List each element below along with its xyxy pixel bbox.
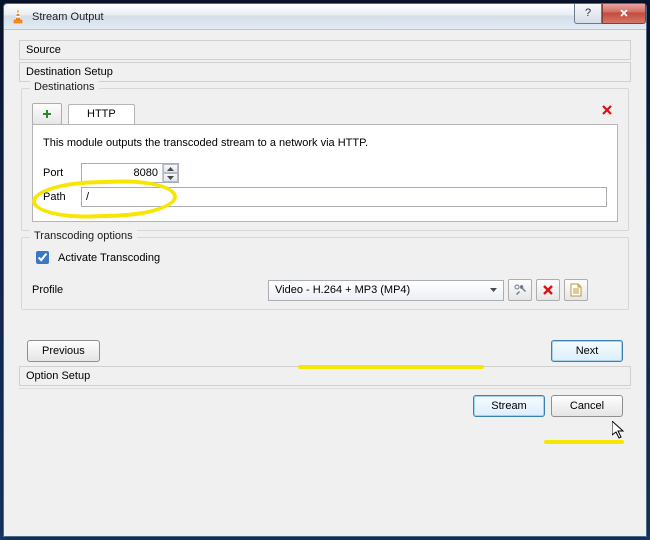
annotation-next-underline xyxy=(544,440,624,444)
module-description: This module outputs the transcoded strea… xyxy=(43,137,607,149)
port-step-up[interactable] xyxy=(163,164,178,173)
profile-combobox[interactable]: Video - H.264 + MP3 (MP4) xyxy=(268,280,504,301)
svg-text:?: ? xyxy=(585,8,591,18)
remove-destination-button[interactable] xyxy=(598,101,616,119)
tools-icon xyxy=(513,283,527,297)
port-step-down[interactable] xyxy=(163,173,178,182)
section-option-setup[interactable]: Option Setup xyxy=(19,366,631,386)
edit-profile-button[interactable] xyxy=(508,279,532,301)
dialog-window: Stream Output ? Source Destination Setup… xyxy=(3,3,647,537)
port-input[interactable] xyxy=(82,164,162,182)
previous-button[interactable]: Previous xyxy=(27,340,100,362)
destinations-group: Destinations HTTP This module outputs th… xyxy=(21,88,629,231)
next-button[interactable]: Next xyxy=(551,340,623,362)
transcoding-group: Transcoding options Activate Transcoding… xyxy=(21,237,629,310)
delete-x-icon xyxy=(542,284,554,296)
profile-label: Profile xyxy=(32,284,264,296)
title-bar[interactable]: Stream Output ? xyxy=(4,4,646,30)
destination-tabs: HTTP xyxy=(32,99,618,125)
window-title: Stream Output xyxy=(32,11,574,23)
destinations-group-title: Destinations xyxy=(30,81,99,93)
help-button[interactable]: ? xyxy=(574,4,602,24)
http-panel: This module outputs the transcoded strea… xyxy=(32,124,618,222)
port-spinbox[interactable] xyxy=(81,163,179,183)
path-label: Path xyxy=(43,191,81,203)
add-destination-button[interactable] xyxy=(32,103,62,125)
client-area: Source Destination Setup Destinations HT… xyxy=(11,34,639,529)
plus-icon xyxy=(41,108,53,120)
tab-http[interactable]: HTTP xyxy=(68,104,135,126)
new-profile-button[interactable] xyxy=(564,279,588,301)
section-source[interactable]: Source xyxy=(19,40,631,60)
stream-button[interactable]: Stream xyxy=(473,395,545,417)
path-input[interactable] xyxy=(81,187,607,207)
new-file-icon xyxy=(570,283,582,297)
annotation-profile-underline xyxy=(298,365,484,369)
profile-value: Video - H.264 + MP3 (MP4) xyxy=(275,284,410,296)
transcoding-group-title: Transcoding options xyxy=(30,230,137,242)
activate-transcoding-label: Activate Transcoding xyxy=(58,252,160,264)
delete-profile-button[interactable] xyxy=(536,279,560,301)
cancel-button[interactable]: Cancel xyxy=(551,395,623,417)
close-button[interactable] xyxy=(602,4,646,24)
chevron-down-icon xyxy=(486,288,501,292)
close-x-icon xyxy=(600,103,614,117)
section-destination-setup[interactable]: Destination Setup xyxy=(19,62,631,82)
port-label: Port xyxy=(43,167,81,179)
activate-transcoding-input[interactable] xyxy=(36,251,49,264)
window-controls: ? xyxy=(574,4,646,24)
vlc-icon xyxy=(10,9,26,25)
activate-transcoding-checkbox[interactable]: Activate Transcoding xyxy=(32,248,618,267)
